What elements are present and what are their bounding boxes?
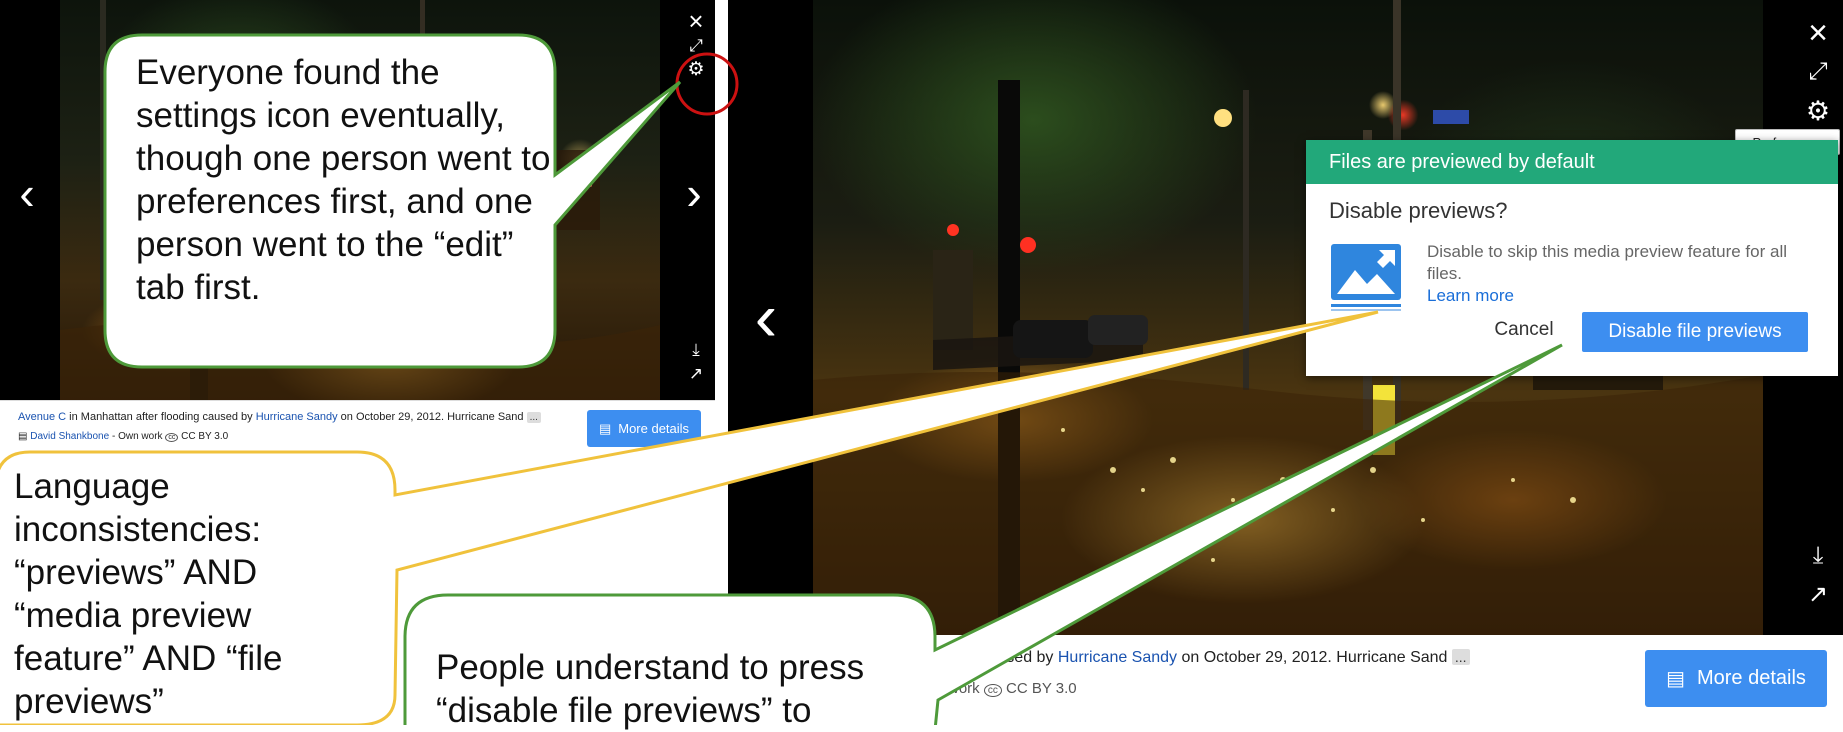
red-highlight-circle (675, 52, 739, 116)
press-callout-text: People understand to press “disable file… (436, 648, 865, 730)
language-callout-text: Language inconsistencies: “previews” AND… (14, 467, 283, 721)
settings-callout-text: Everyone found the settings icon eventua… (136, 53, 551, 307)
